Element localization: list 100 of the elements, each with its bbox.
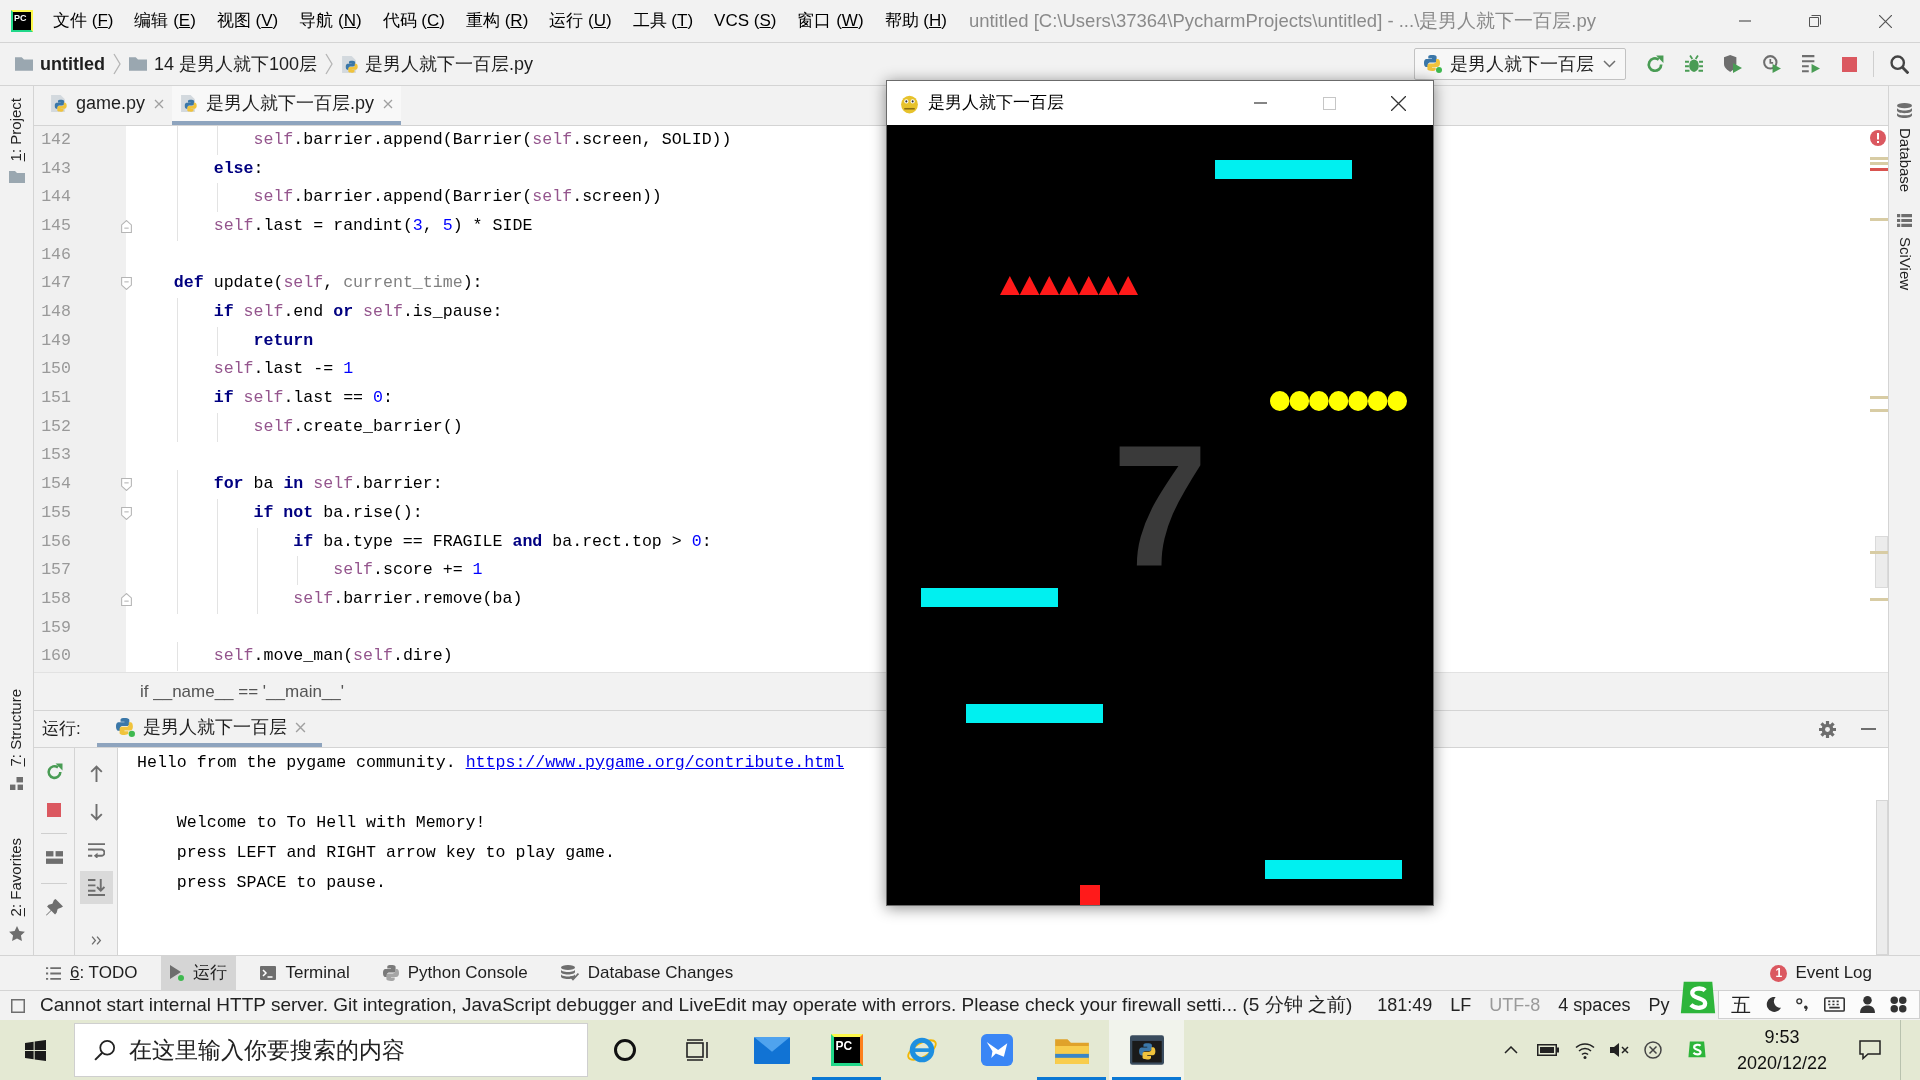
arrow-up-icon[interactable]	[89, 765, 103, 782]
soft-wrap-icon[interactable]	[87, 843, 105, 858]
editor-tab[interactable]: game.py	[42, 86, 173, 125]
breadcrumb[interactable]: untitled	[13, 50, 107, 78]
code-line: self.barrier.remove(ba)	[293, 587, 523, 610]
menu-item[interactable]: 代码 (C)	[372, 5, 455, 37]
event-log-button[interactable]: 1 Event Log	[1770, 963, 1872, 983]
clock-run-icon[interactable]	[1762, 55, 1781, 73]
status-item[interactable]: 181:49	[1368, 992, 1442, 1019]
ime-logo-icon[interactable]	[1687, 1040, 1707, 1060]
player-block	[1080, 885, 1100, 905]
line-number: 154	[40, 473, 71, 496]
search-bar[interactable]: 在这里输入你要搜索的内容	[74, 1023, 588, 1077]
clock[interactable]: 9:53 2020/12/22	[1724, 1020, 1840, 1080]
bug-icon[interactable]	[1684, 55, 1703, 73]
rerun-icon[interactable]	[1645, 55, 1664, 73]
code-line: self.score += 1	[333, 559, 483, 582]
close-circle-icon[interactable]	[1644, 1041, 1662, 1059]
layout-icon[interactable]	[45, 851, 63, 864]
search-icon[interactable]	[1889, 54, 1909, 74]
task-view-icon[interactable]	[685, 1039, 710, 1061]
tool-window-tab[interactable]: 运行	[161, 956, 237, 990]
battery-icon[interactable]	[1537, 1044, 1559, 1056]
fold-marker-icon[interactable]	[121, 220, 132, 234]
scrollbar-thumb[interactable]	[1875, 536, 1888, 588]
url-link[interactable]: https://www.pygame.org/contribute.html	[465, 752, 845, 772]
code-line: for ba in self.barrier:	[213, 473, 443, 496]
double-chevron-icon[interactable]	[90, 936, 102, 945]
taskbar-button[interactable]: PC	[809, 1020, 884, 1080]
close-icon[interactable]	[1391, 95, 1406, 111]
menu-item[interactable]: 帮助 (H)	[874, 5, 957, 37]
caret-up-icon[interactable]	[1504, 1046, 1518, 1054]
close-icon[interactable]	[1878, 14, 1892, 28]
status-item[interactable]: Py	[1639, 992, 1679, 1019]
menu-item[interactable]: 文件 (F)	[43, 5, 124, 37]
menu-item[interactable]: 导航 (N)	[289, 5, 372, 37]
tool-window-tab[interactable]: Terminal	[251, 956, 359, 990]
fold-marker-icon[interactable]	[121, 593, 132, 606]
python-icon	[115, 717, 135, 737]
arrow-down-icon[interactable]	[89, 804, 103, 821]
input-mode-text[interactable]: 五	[1730, 994, 1751, 1015]
menu-item[interactable]: 窗口 (W)	[787, 5, 874, 37]
tool-window-tab[interactable]: Database Changes	[551, 956, 743, 990]
stop-icon[interactable]	[1842, 56, 1857, 72]
clock-date: 2020/12/22	[1736, 1052, 1828, 1075]
person-icon[interactable]	[1860, 996, 1876, 1013]
punctuation-icon[interactable]	[1795, 998, 1809, 1011]
shield-run-icon[interactable]	[1723, 55, 1742, 73]
list-run-icon[interactable]	[1801, 55, 1820, 73]
scroll-to-end-button[interactable]	[79, 871, 113, 904]
scrollbar-thumb[interactable]	[1876, 800, 1888, 955]
windows-logo-icon[interactable]	[24, 1039, 46, 1061]
message-icon[interactable]	[1859, 1040, 1881, 1060]
restore-icon[interactable]	[1809, 15, 1821, 27]
editor-tab[interactable]: 是男人就下一百层.py	[172, 86, 402, 125]
menu-item[interactable]: 工具 (T)	[622, 5, 704, 37]
tool-window-button[interactable]: 7: Structure	[5, 689, 28, 790]
fold-marker-icon[interactable]	[121, 277, 132, 291]
score-text: 7	[1112, 419, 1208, 591]
breadcrumb[interactable]: 14 是男人就下100层	[127, 50, 320, 78]
panel-title: 运行:	[42, 718, 81, 741]
line-number: 157	[40, 559, 71, 582]
rerun-icon[interactable]	[45, 763, 63, 780]
code-breadcrumb[interactable]: if __name__ == '__main__'	[140, 678, 345, 705]
code-line: self.last = randint(3, 5) * SIDE	[213, 214, 533, 237]
tool-window-tab[interactable]: Python Console	[373, 956, 537, 990]
error-icon[interactable]	[1870, 130, 1886, 146]
taskbar-button[interactable]	[1109, 1020, 1184, 1080]
status-message[interactable]: Cannot start internal HTTP server. Git integration, JavaScript debugger and LiveEdit may operate with errors. Please check your firewall setti... (5 分钟 之前)	[40, 991, 1353, 1020]
tool-window-button[interactable]: SciView	[1893, 214, 1916, 291]
pin-icon[interactable]	[45, 899, 63, 916]
status-item[interactable]: 4 spaces	[1549, 992, 1640, 1019]
python-icon	[1424, 55, 1442, 73]
fold-marker-icon[interactable]	[121, 478, 132, 492]
run-config-dropdown[interactable]: 是男人就下一百层	[1414, 48, 1626, 80]
menu-item[interactable]: 编辑 (E)	[124, 5, 206, 37]
tool-window-button[interactable]: 1: Project	[5, 98, 28, 184]
menu-item[interactable]: VCS (S)	[704, 5, 787, 37]
ring-icon[interactable]	[613, 1039, 636, 1061]
keyboard-icon[interactable]	[1824, 997, 1846, 1012]
folder-icon	[15, 57, 33, 71]
menu-item[interactable]: 视图 (V)	[206, 5, 289, 37]
menu-item[interactable]: 重构 (R)	[455, 5, 539, 37]
moon-icon[interactable]	[1765, 997, 1781, 1012]
breadcrumb[interactable]: 是男人就下一百层.py	[339, 50, 536, 78]
speaker-muted-icon[interactable]	[1609, 1042, 1630, 1058]
gear-icon[interactable]	[1819, 720, 1836, 738]
frame-icon[interactable]	[11, 998, 25, 1013]
notification-badge: 1	[1770, 964, 1788, 982]
menu-item[interactable]: 运行 (U)	[539, 5, 622, 37]
tool-window-button[interactable]: Database	[1893, 103, 1916, 193]
line-number: 145	[40, 214, 71, 237]
line-number: 159	[40, 616, 71, 639]
tool-window-tab[interactable]: 6: TODO	[37, 956, 147, 990]
tool-window-button[interactable]: 2: Favorites	[5, 837, 28, 941]
search-field[interactable]: 在这里输入你要搜索的内容	[129, 1032, 579, 1068]
wifi-icon[interactable]	[1575, 1041, 1595, 1059]
fold-marker-icon[interactable]	[121, 506, 132, 520]
grid-icon[interactable]	[1890, 996, 1908, 1013]
status-item[interactable]: LF	[1441, 992, 1481, 1019]
